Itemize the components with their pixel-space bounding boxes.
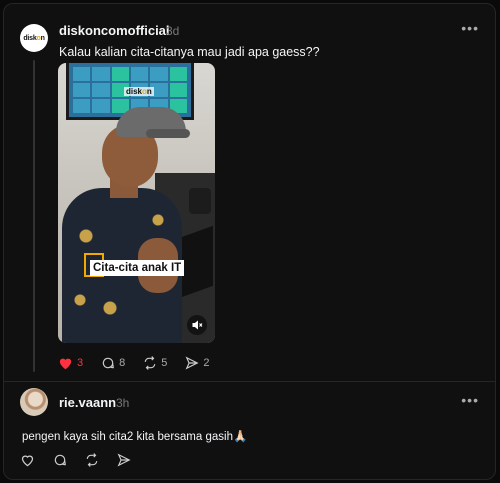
share-icon	[117, 453, 131, 467]
comment-count: 8	[119, 357, 126, 369]
reply-comment-button[interactable]	[53, 453, 67, 467]
share-count: 2	[203, 357, 210, 369]
post-username[interactable]: diskoncomofficial	[59, 23, 170, 38]
like-button[interactable]: 3	[58, 356, 83, 370]
post-caption: Kalau kalian cita-citanya mau jadi apa g…	[59, 45, 320, 59]
post-divider	[4, 381, 495, 382]
reply-share-button[interactable]	[117, 453, 131, 467]
reply-repost-button[interactable]	[85, 453, 99, 467]
comment-button[interactable]: 8	[101, 356, 125, 370]
heart-filled-icon	[59, 358, 72, 370]
thread-line	[33, 60, 35, 372]
video-overlay-text: Cita-cita anak IT	[90, 260, 185, 276]
reply-like-button[interactable]	[20, 453, 35, 467]
repost-button[interactable]: 5	[143, 356, 167, 370]
reply-username[interactable]: rie.vaann	[59, 395, 116, 410]
reply-avatar[interactable]	[20, 388, 48, 416]
heart-icon	[21, 455, 34, 467]
post-video[interactable]: diskon Cita-cita anak IT	[58, 63, 215, 343]
repost-icon	[86, 453, 98, 467]
reply-more-options-icon[interactable]: •••	[461, 392, 479, 408]
video-watermark: diskon	[124, 87, 154, 96]
brand-logo-icon: diskon	[23, 34, 45, 42]
share-icon	[185, 356, 199, 370]
comment-icon	[102, 357, 114, 369]
reply-text: pengen kaya sih cita2 kita bersama gasih…	[22, 431, 248, 443]
like-count: 3	[77, 357, 84, 369]
post-time[interactable]: 3d	[166, 24, 179, 38]
reply-actions	[20, 453, 149, 467]
mute-icon[interactable]	[187, 315, 207, 335]
author-avatar[interactable]: diskon	[20, 24, 48, 52]
post-actions: 3 8 5 2	[58, 356, 228, 370]
more-options-icon[interactable]: •••	[461, 20, 479, 36]
reply-time[interactable]: 3h	[116, 396, 129, 410]
person-cap-brim	[146, 129, 190, 138]
share-button[interactable]: 2	[185, 356, 210, 370]
thread-card: diskon diskoncomofficial 3d ••• Kalau ka…	[3, 3, 496, 480]
repost-count: 5	[161, 357, 168, 369]
comment-icon	[54, 454, 66, 466]
repost-icon	[145, 356, 156, 370]
desk-phone-shape	[189, 188, 211, 214]
